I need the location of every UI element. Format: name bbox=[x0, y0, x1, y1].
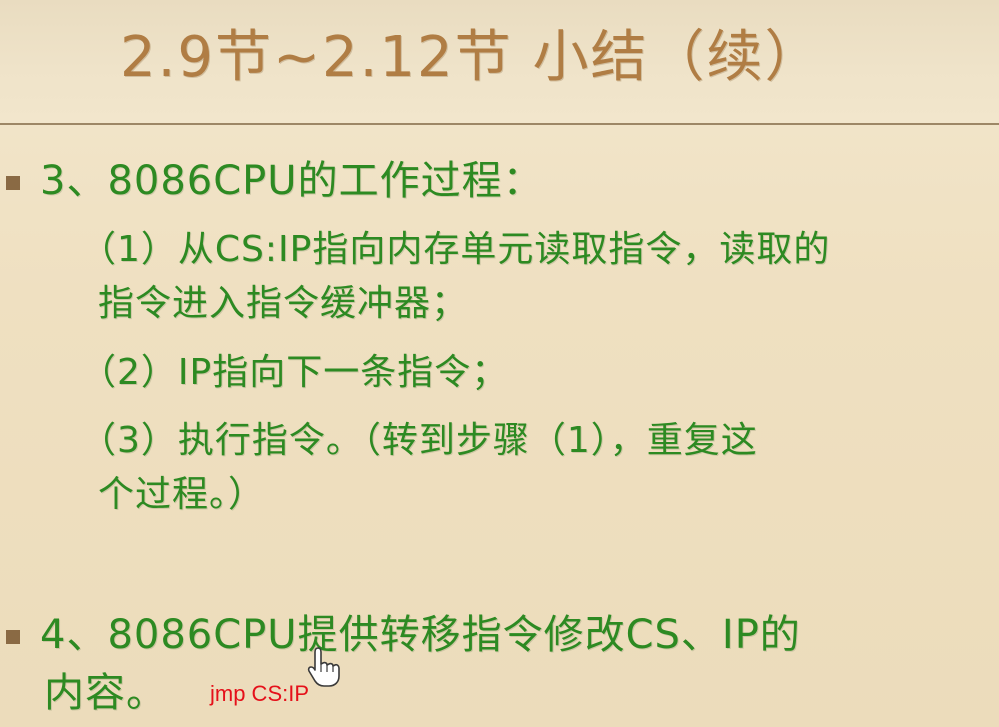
step3-line2: 个过程。） bbox=[98, 474, 266, 515]
section4-line2: 内容。 bbox=[44, 670, 167, 716]
step2: （2）IP指向下一条指令； bbox=[80, 352, 509, 393]
square-bullet-icon bbox=[6, 630, 20, 644]
slide-title: 2.9节~2.12节 小结（续） bbox=[120, 25, 823, 90]
step1-line1: （1）从CS:IP指向内存单元读取指令，读取的 bbox=[80, 229, 831, 270]
title-divider bbox=[0, 123, 999, 125]
square-bullet-icon bbox=[6, 176, 20, 190]
step3-line1: （3）执行指令。（转到步骤（1），重复这 bbox=[80, 420, 758, 461]
section3-heading: 3、8086CPU的工作过程： bbox=[40, 158, 544, 204]
section4-line1: 4、8086CPU提供转移指令修改CS、IP的 bbox=[40, 612, 801, 658]
hand-pointer-icon bbox=[307, 647, 340, 687]
step1-line2: 指令进入指令缓冲器； bbox=[98, 283, 469, 324]
slide: 2.9节~2.12节 小结（续） 3、8086CPU的工作过程： （1）从CS:… bbox=[0, 0, 999, 727]
red-annotation: jmp CS:IP bbox=[210, 681, 310, 706]
